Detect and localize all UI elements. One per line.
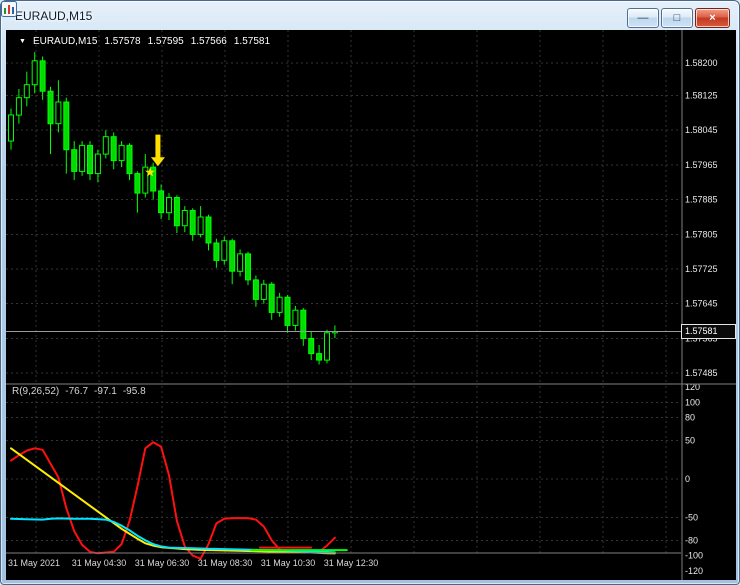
svg-text:80: 80 bbox=[685, 413, 695, 423]
svg-text:0: 0 bbox=[685, 474, 690, 484]
svg-text:1.58045: 1.58045 bbox=[685, 125, 718, 135]
maximize-button[interactable]: □ bbox=[661, 8, 693, 28]
ohlc-header: ▼ EURAUD,M15 1.57578 1.57595 1.57566 1.5… bbox=[19, 36, 270, 47]
chart-canvas[interactable]: 1.58200 1.58125 1.58045 1.57965 1.57885 1.578… bbox=[6, 30, 736, 580]
svg-text:31 May 08:30: 31 May 08:30 bbox=[198, 558, 253, 568]
window-title: EURAUD,M15 bbox=[15, 8, 93, 23]
chart-area[interactable]: 1.58200 1.58125 1.58045 1.57965 1.57885 1.578… bbox=[6, 30, 736, 580]
chart-window: EURAUD,M15 — □ × 1.58200 1.58125 1.58045 1.… bbox=[0, 0, 740, 585]
indicator-name: R(9,26,52) bbox=[12, 386, 60, 397]
minimize-button[interactable]: — bbox=[627, 8, 659, 28]
window-controls: — □ × bbox=[627, 8, 730, 28]
svg-text:1.57805: 1.57805 bbox=[685, 229, 718, 239]
svg-text:1.57965: 1.57965 bbox=[685, 160, 718, 170]
high-value: 1.57595 bbox=[147, 36, 184, 47]
symbol-dropdown-icon[interactable]: ▼ bbox=[19, 38, 26, 45]
svg-text:-100: -100 bbox=[685, 551, 703, 561]
svg-text:31 May 06:30: 31 May 06:30 bbox=[135, 558, 190, 568]
svg-text:100: 100 bbox=[685, 397, 700, 407]
svg-text:★: ★ bbox=[144, 165, 156, 180]
svg-text:-50: -50 bbox=[685, 512, 698, 522]
current-price-badge: 1.57581 bbox=[681, 324, 736, 339]
svg-text:-80: -80 bbox=[685, 535, 698, 545]
minimize-icon: — bbox=[637, 12, 649, 24]
symbol-period-label: EURAUD,M15 bbox=[32, 36, 98, 47]
svg-text:1.57885: 1.57885 bbox=[685, 195, 718, 205]
indicator-value-1: -76.7 bbox=[65, 386, 89, 397]
indicator-value-2: -97.1 bbox=[94, 386, 117, 397]
svg-text:31 May 10:30: 31 May 10:30 bbox=[261, 558, 316, 568]
indicator-value-3: -95.8 bbox=[122, 386, 146, 397]
svg-text:31 May 12:30: 31 May 12:30 bbox=[324, 558, 379, 568]
open-value: 1.57578 bbox=[104, 36, 141, 47]
svg-text:1.57485: 1.57485 bbox=[685, 368, 718, 378]
svg-text:-120: -120 bbox=[685, 566, 703, 576]
svg-text:1.57645: 1.57645 bbox=[685, 299, 718, 309]
svg-text:1.57725: 1.57725 bbox=[685, 264, 718, 274]
titlebar[interactable]: EURAUD,M15 — □ × bbox=[1, 1, 739, 30]
chart-app-icon[interactable] bbox=[1, 1, 17, 17]
svg-text:120: 120 bbox=[685, 382, 700, 392]
svg-text:50: 50 bbox=[685, 436, 695, 446]
svg-text:1.58125: 1.58125 bbox=[685, 91, 718, 101]
low-value: 1.57566 bbox=[190, 36, 227, 47]
close-icon: × bbox=[709, 12, 716, 24]
svg-text:31 May 04:30: 31 May 04:30 bbox=[72, 558, 127, 568]
indicator-header: R(9,26,52) -76.7 -97.1 -95.8 bbox=[12, 386, 146, 397]
svg-text:31 May 2021: 31 May 2021 bbox=[8, 558, 60, 568]
svg-text:1.58200: 1.58200 bbox=[685, 58, 718, 68]
close-button[interactable]: × bbox=[695, 8, 730, 28]
close-value: 1.57581 bbox=[233, 36, 271, 47]
maximize-icon: □ bbox=[673, 12, 681, 24]
